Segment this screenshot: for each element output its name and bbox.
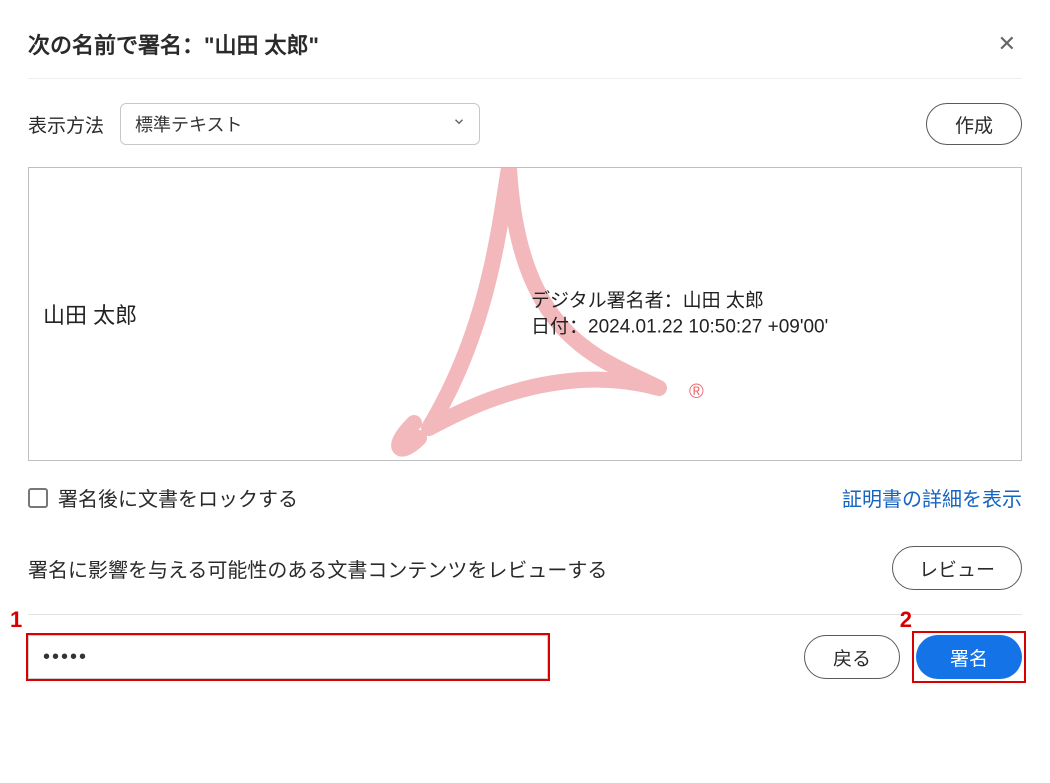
dialog-header: 次の名前で署名："山田 太郎" ✕ xyxy=(28,28,1022,79)
display-method-row: 表示方法 標準テキスト 作成 xyxy=(28,103,1022,145)
signature-date-line: 日付：2024.01.22 10:50:27 +09'00' xyxy=(531,314,828,340)
footer-divider xyxy=(28,614,1022,615)
close-icon[interactable]: ✕ xyxy=(992,29,1022,59)
sign-button[interactable]: 署名 xyxy=(916,635,1022,679)
review-text: 署名に影響を与える可能性のある文書コンテンツをレビューする xyxy=(28,554,607,583)
lock-checkbox[interactable] xyxy=(28,488,48,508)
create-button[interactable]: 作成 xyxy=(926,103,1022,145)
review-button[interactable]: レビュー xyxy=(892,546,1022,590)
sign-button-wrap: 署名 xyxy=(916,635,1022,679)
password-wrap xyxy=(28,635,548,679)
lock-left: 署名後に文書をロックする xyxy=(28,483,298,512)
password-input[interactable] xyxy=(28,635,548,679)
dialog-title: 次の名前で署名："山田 太郎" xyxy=(28,28,319,60)
annotation-label-1: 1 xyxy=(10,607,22,633)
sign-dialog: 次の名前で署名："山田 太郎" ✕ 表示方法 標準テキスト 作成 ® 山田 太郎… xyxy=(0,0,1050,699)
lock-row: 署名後に文書をロックする 証明書の詳細を表示 xyxy=(28,483,1022,512)
annotation-label-2: 2 xyxy=(900,607,912,633)
svg-text:®: ® xyxy=(689,381,704,403)
footer-right: 2 戻る 署名 xyxy=(804,635,1022,679)
footer-row: 1 2 戻る 署名 xyxy=(28,635,1022,679)
signature-signer-line: デジタル署名者：山田 太郎 xyxy=(531,288,828,314)
display-method-label: 表示方法 xyxy=(28,111,104,138)
review-row: 署名に影響を与える可能性のある文書コンテンツをレビューする レビュー xyxy=(28,546,1022,590)
display-method-select[interactable]: 標準テキスト xyxy=(120,103,480,145)
certificate-details-link[interactable]: 証明書の詳細を表示 xyxy=(842,483,1022,512)
lock-label: 署名後に文書をロックする xyxy=(58,483,298,512)
back-button[interactable]: 戻る xyxy=(804,635,900,679)
title-name: "山田 太郎" xyxy=(204,33,319,58)
signature-preview: ® 山田 太郎 デジタル署名者：山田 太郎 日付：2024.01.22 10:5… xyxy=(28,167,1022,461)
signature-name: 山田 太郎 xyxy=(43,298,137,330)
title-prefix: 次の名前で署名： xyxy=(28,33,204,58)
display-method-selected: 標準テキスト xyxy=(120,103,480,145)
signature-meta: デジタル署名者：山田 太郎 日付：2024.01.22 10:50:27 +09… xyxy=(531,288,828,339)
